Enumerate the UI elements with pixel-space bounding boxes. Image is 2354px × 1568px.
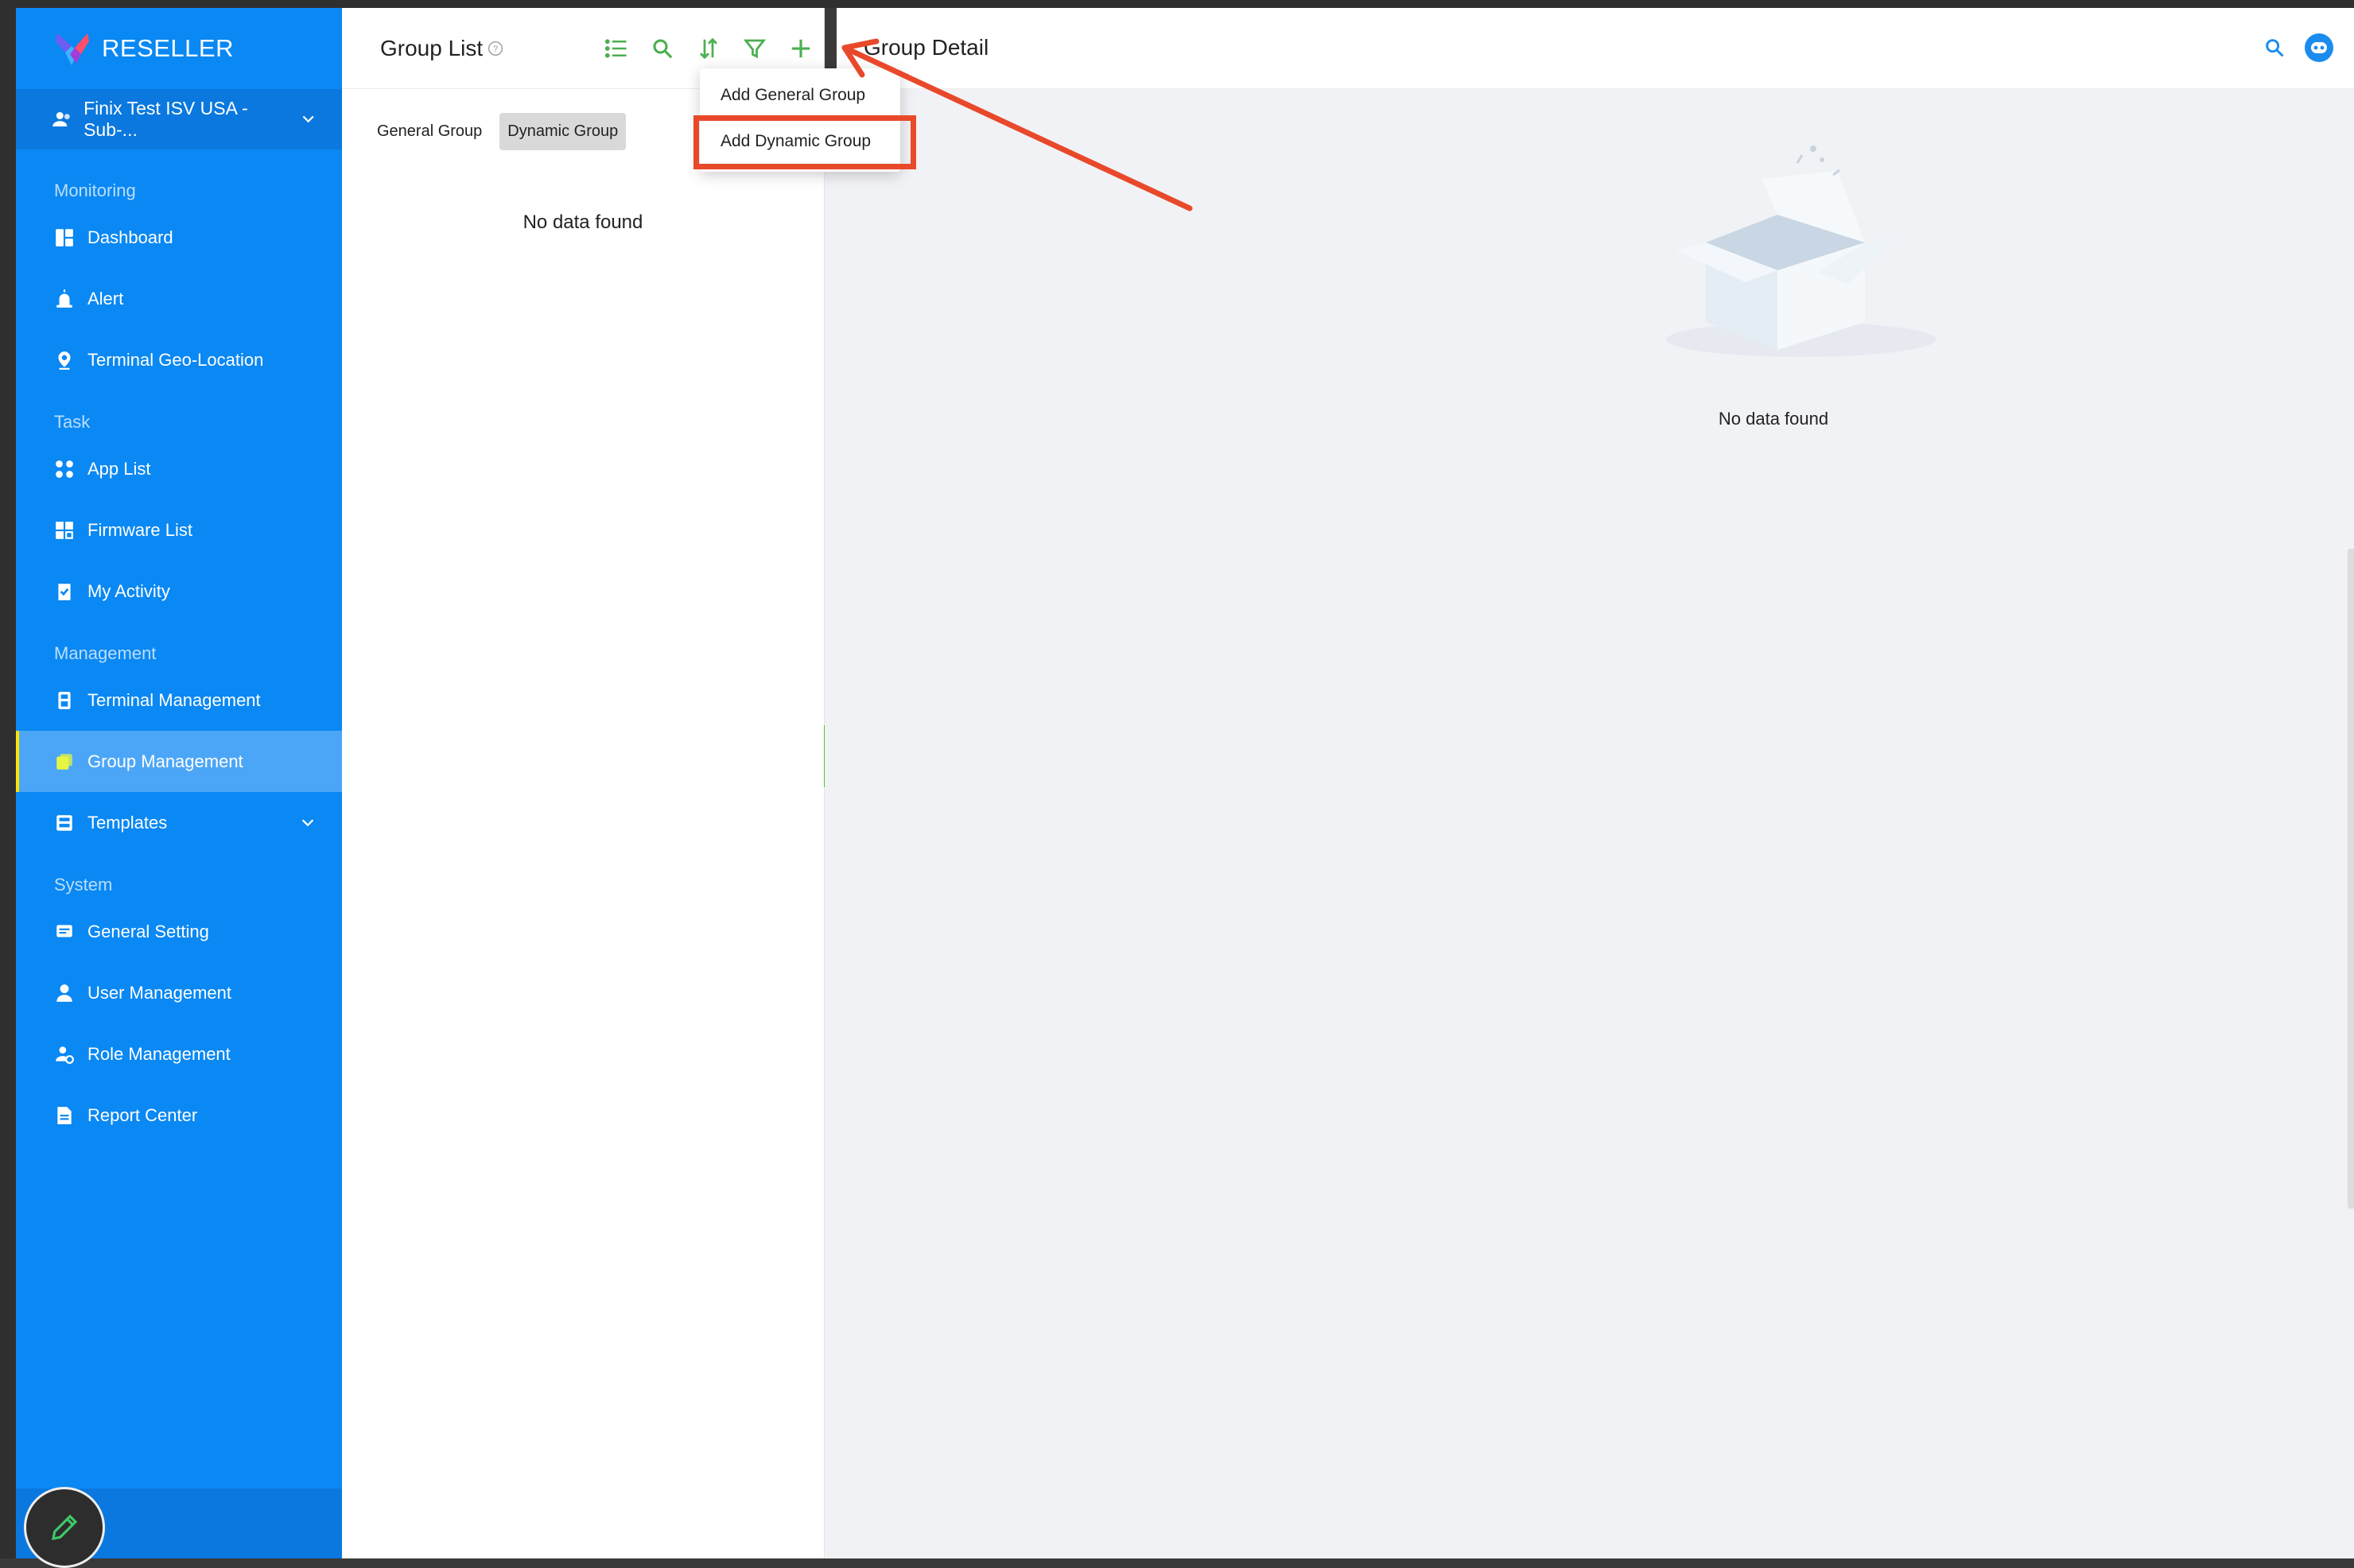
sidebar-item-label: Report Center — [87, 1104, 198, 1125]
sidebar-item-alert[interactable]: Alert — [16, 268, 342, 329]
sidebar-item-general-setting[interactable]: General Setting — [16, 901, 342, 962]
sidebar-item-label: Group Management — [87, 751, 243, 771]
sidebar-item-app-list[interactable]: App List — [16, 438, 342, 499]
section-monitoring: Monitoring — [54, 180, 136, 200]
account-label: Finix Test ISV USA - Sub-... — [84, 98, 248, 140]
dashboard-icon — [56, 228, 73, 246]
firmware-icon — [56, 521, 73, 539]
section-system: System — [54, 875, 113, 895]
scroll-edge[interactable] — [2348, 549, 2354, 1209]
add-icon[interactable] — [789, 37, 813, 60]
sidebar-item-label: General Setting — [87, 921, 209, 941]
app-name: RESELLER — [102, 34, 234, 62]
sidebar-item-terminal-geo-location[interactable]: Terminal Geo-Location — [16, 329, 342, 390]
report-icon — [57, 1106, 72, 1124]
sort-icon[interactable] — [697, 37, 721, 60]
sidebar-item-label: User Management — [87, 982, 231, 1003]
sidebar-item-templates[interactable]: Templates — [16, 792, 342, 853]
annotation-arrow — [841, 38, 1193, 212]
empty-box-illustration — [1666, 146, 1936, 357]
search-icon[interactable] — [651, 37, 674, 60]
sidebar-item-role-management[interactable]: Role Management — [16, 1023, 342, 1085]
settings-icon — [56, 924, 72, 937]
window-frame-left — [0, 0, 16, 1558]
terminal-icon — [58, 691, 71, 709]
sidebar: RESELLER Finix Test ISV USA - Sub-... Mo… — [16, 8, 342, 1568]
chevron-down-icon — [302, 115, 314, 123]
sidebar-item-dashboard[interactable]: Dashboard — [16, 207, 342, 268]
alert-icon — [56, 289, 72, 308]
tab-general-group[interactable]: General Group — [369, 113, 490, 150]
tab-dynamic-group[interactable]: Dynamic Group — [499, 113, 627, 150]
list-icon[interactable] — [604, 37, 628, 60]
group-list-panel: Group List ? General Group Dynamic Group… — [342, 8, 825, 1558]
section-task: Task — [54, 412, 91, 432]
sidebar-item-firmware-list[interactable]: Firmware List — [16, 499, 342, 561]
sidebar-item-label: Terminal Management — [87, 689, 261, 710]
window-frame-top — [0, 0, 2354, 8]
sidebar-item-terminal-management[interactable]: Terminal Management — [16, 670, 342, 731]
group-detail-empty-message: No data found — [1718, 409, 1829, 429]
group-list-toolbar — [604, 37, 813, 60]
svg-text:?: ? — [493, 45, 498, 54]
user-icon — [56, 984, 72, 1002]
group-type-tabs: General Group Dynamic Group — [369, 113, 635, 150]
group-icon — [56, 753, 72, 770]
sidebar-item-group-management[interactable]: Group Management — [16, 731, 342, 792]
header-icons — [2263, 32, 2337, 64]
sidebar-item-label: Templates — [87, 812, 168, 833]
account-switcher[interactable]: Finix Test ISV USA - Sub-... — [16, 89, 342, 149]
sidebar-item-label: App List — [87, 458, 151, 479]
sidebar-item-label: Firmware List — [87, 519, 193, 540]
sidebar-item-user-management[interactable]: User Management — [16, 962, 342, 1023]
role-icon — [56, 1046, 74, 1064]
account-users-icon — [52, 111, 70, 127]
section-management: Management — [54, 643, 157, 663]
apps-icon — [56, 460, 73, 478]
activity-clipboard-icon — [58, 583, 71, 600]
sidebar-item-my-activity[interactable]: My Activity — [16, 561, 342, 622]
help-icon[interactable]: ? — [488, 41, 503, 56]
logo-bar[interactable]: RESELLER — [16, 8, 342, 89]
sidebar-item-label: Role Management — [87, 1043, 231, 1064]
filter-icon[interactable] — [743, 37, 767, 60]
sidebar-item-report-center[interactable]: Report Center — [16, 1085, 342, 1146]
support-bot-icon[interactable] — [2302, 32, 2337, 64]
reseller-logo-icon — [56, 33, 89, 65]
edit-floating-button[interactable] — [24, 1487, 105, 1568]
sidebar-item-label: Terminal Geo-Location — [87, 349, 264, 370]
search-icon[interactable] — [2263, 37, 2286, 59]
group-detail-body — [825, 89, 2354, 1558]
group-list-empty-message: No data found — [522, 212, 643, 233]
templates-icon — [56, 814, 72, 831]
sidebar-item-label: Alert — [87, 288, 124, 309]
group-list-title: Group List — [380, 35, 484, 60]
pencil-icon — [51, 1514, 78, 1541]
sidebar-item-label: My Activity — [87, 580, 170, 601]
sidebar-item-label: Dashboard — [87, 227, 173, 247]
location-pin-icon — [58, 351, 71, 370]
chevron-down-icon — [301, 819, 314, 826]
